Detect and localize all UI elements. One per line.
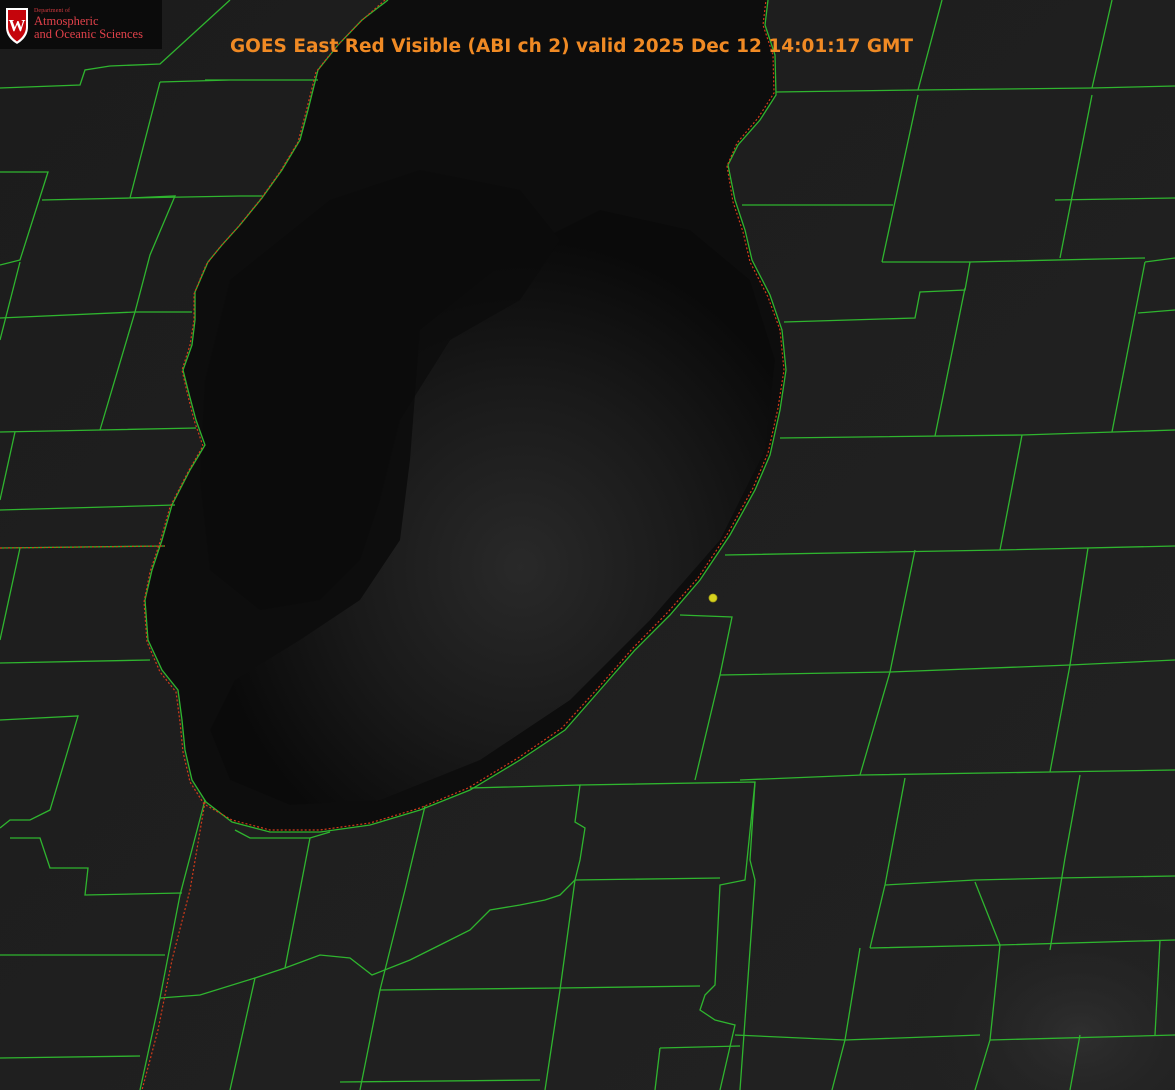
satellite-image bbox=[0, 0, 1175, 1090]
uw-aos-logo: W Department of Atmospheric and Oceanic … bbox=[0, 0, 162, 49]
station-dot-icon bbox=[708, 593, 718, 603]
image-title: GOES East Red Visible (ABI ch 2) valid 2… bbox=[230, 36, 914, 57]
svg-text:W: W bbox=[9, 16, 26, 35]
satellite-map-view: W Department of Atmospheric and Oceanic … bbox=[0, 0, 1175, 1090]
logo-line-2: and Oceanic Sciences bbox=[34, 26, 143, 41]
logo-line-1: Atmospheric bbox=[34, 13, 99, 28]
southern-cloud-band bbox=[700, 720, 1175, 1090]
logo-wordmark: Department of Atmospheric and Oceanic Sc… bbox=[34, 8, 143, 41]
uw-crest-icon: W bbox=[6, 7, 28, 44]
